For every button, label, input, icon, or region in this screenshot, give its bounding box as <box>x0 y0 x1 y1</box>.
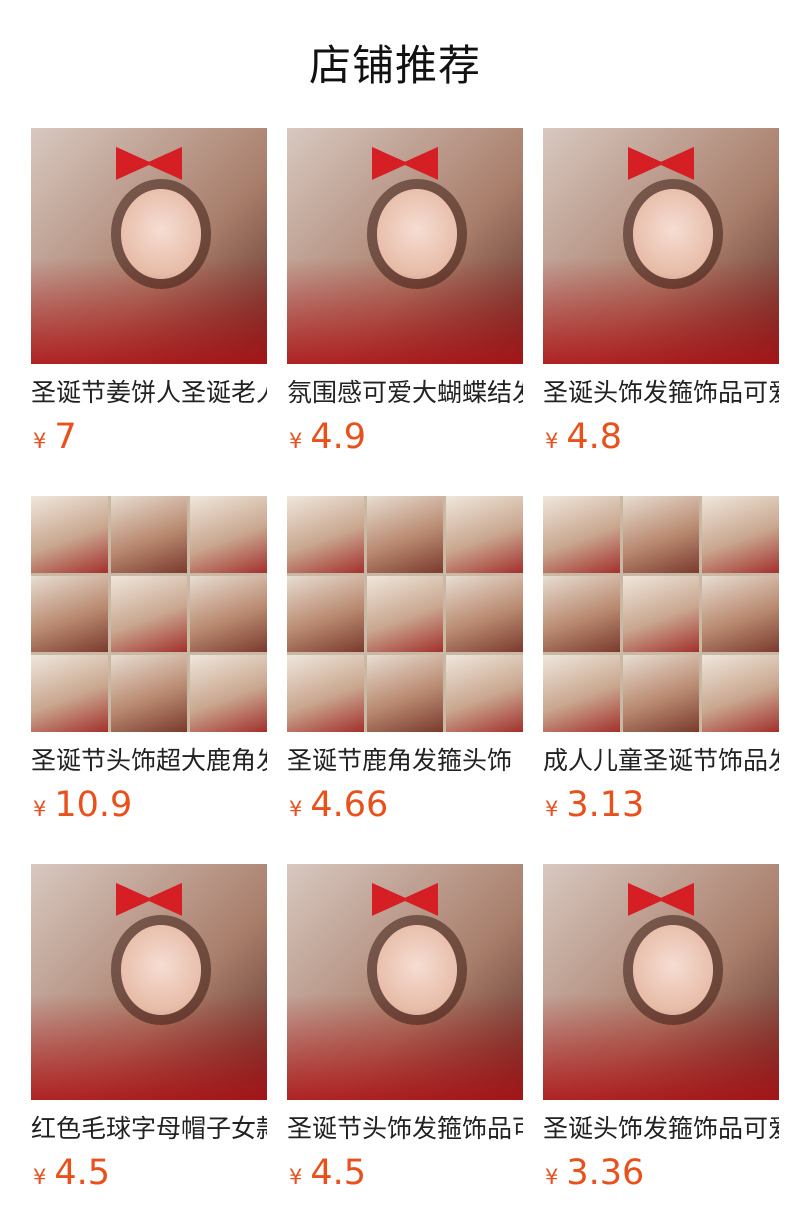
product-image[interactable] <box>31 864 267 1100</box>
section-title: 店铺推荐 <box>308 41 481 90</box>
currency-symbol: ¥ <box>545 429 559 453</box>
product-image[interactable] <box>287 864 523 1100</box>
product-image[interactable] <box>287 496 523 732</box>
product-price: ¥4.66 <box>289 783 388 827</box>
price-value: 4.66 <box>310 785 389 825</box>
product-name[interactable]: 成人儿童圣诞节饰品发夹 <box>543 744 779 778</box>
price-value: 4.5 <box>310 1153 367 1193</box>
currency-symbol: ¥ <box>545 1165 559 1189</box>
product-card[interactable]: 红色毛球字母帽子女款 ¥4.5 <box>31 864 267 1232</box>
currency-symbol: ¥ <box>33 429 47 453</box>
product-price: ¥10.9 <box>33 783 132 827</box>
product-card[interactable]: 圣诞头饰发箍饰品可爱 ¥4.8 <box>543 128 779 496</box>
product-price: ¥4.9 <box>289 415 366 459</box>
product-card[interactable]: 圣诞节头饰发箍饰品可爱 ¥4.5 <box>287 864 523 1232</box>
product-image[interactable] <box>287 128 523 364</box>
product-name[interactable]: 红色毛球字母帽子女款 <box>31 1112 267 1146</box>
product-card[interactable]: 氛围感可爱大蝴蝶结发箍 ¥4.9 <box>287 128 523 496</box>
product-price: ¥4.5 <box>33 1151 110 1195</box>
price-value: 3.13 <box>566 785 645 825</box>
product-name[interactable]: 圣诞头饰发箍饰品可爱 <box>543 1112 779 1146</box>
currency-symbol: ¥ <box>289 797 303 821</box>
product-price: ¥7 <box>33 415 77 459</box>
product-image[interactable] <box>543 496 779 732</box>
product-image[interactable] <box>543 128 779 364</box>
product-image[interactable] <box>543 864 779 1100</box>
price-value: 4.5 <box>54 1153 111 1193</box>
product-price: ¥4.8 <box>545 415 622 459</box>
product-card[interactable]: 圣诞节头饰超大鹿角发箍 ¥10.9 <box>31 496 267 864</box>
product-price: ¥3.13 <box>545 783 644 827</box>
product-card[interactable]: 圣诞头饰发箍饰品可爱 ¥3.36 <box>543 864 779 1232</box>
product-price: ¥4.5 <box>289 1151 366 1195</box>
product-name[interactable]: 圣诞头饰发箍饰品可爱 <box>543 376 779 410</box>
product-name[interactable]: 氛围感可爱大蝴蝶结发箍 <box>287 376 523 410</box>
product-image[interactable] <box>31 496 267 732</box>
product-card[interactable]: 成人儿童圣诞节饰品发夹 ¥3.13 <box>543 496 779 864</box>
currency-symbol: ¥ <box>289 429 303 453</box>
product-name[interactable]: 圣诞节姜饼人圣诞老人发箍 <box>31 376 267 410</box>
product-image[interactable] <box>31 128 267 364</box>
product-name[interactable]: 圣诞节头饰超大鹿角发箍 <box>31 744 267 778</box>
currency-symbol: ¥ <box>33 797 47 821</box>
product-card[interactable]: 圣诞节姜饼人圣诞老人发箍 ¥7 <box>31 128 267 496</box>
currency-symbol: ¥ <box>289 1165 303 1189</box>
price-value: 4.8 <box>566 417 623 457</box>
currency-symbol: ¥ <box>545 797 559 821</box>
price-value: 3.36 <box>566 1153 645 1193</box>
product-name[interactable]: 圣诞节头饰发箍饰品可爱 <box>287 1112 523 1146</box>
price-value: 4.9 <box>310 417 367 457</box>
product-grid: 圣诞节姜饼人圣诞老人发箍 ¥7 氛围感可爱大蝴蝶结发箍 ¥4.9 圣诞头饰发箍饰… <box>31 128 779 1232</box>
product-card[interactable]: 圣诞节鹿角发箍头饰 ¥4.66 <box>287 496 523 864</box>
currency-symbol: ¥ <box>33 1165 47 1189</box>
product-name[interactable]: 圣诞节鹿角发箍头饰 <box>287 744 523 778</box>
price-value: 7 <box>54 417 77 457</box>
price-value: 10.9 <box>54 785 133 825</box>
product-price: ¥3.36 <box>545 1151 644 1195</box>
